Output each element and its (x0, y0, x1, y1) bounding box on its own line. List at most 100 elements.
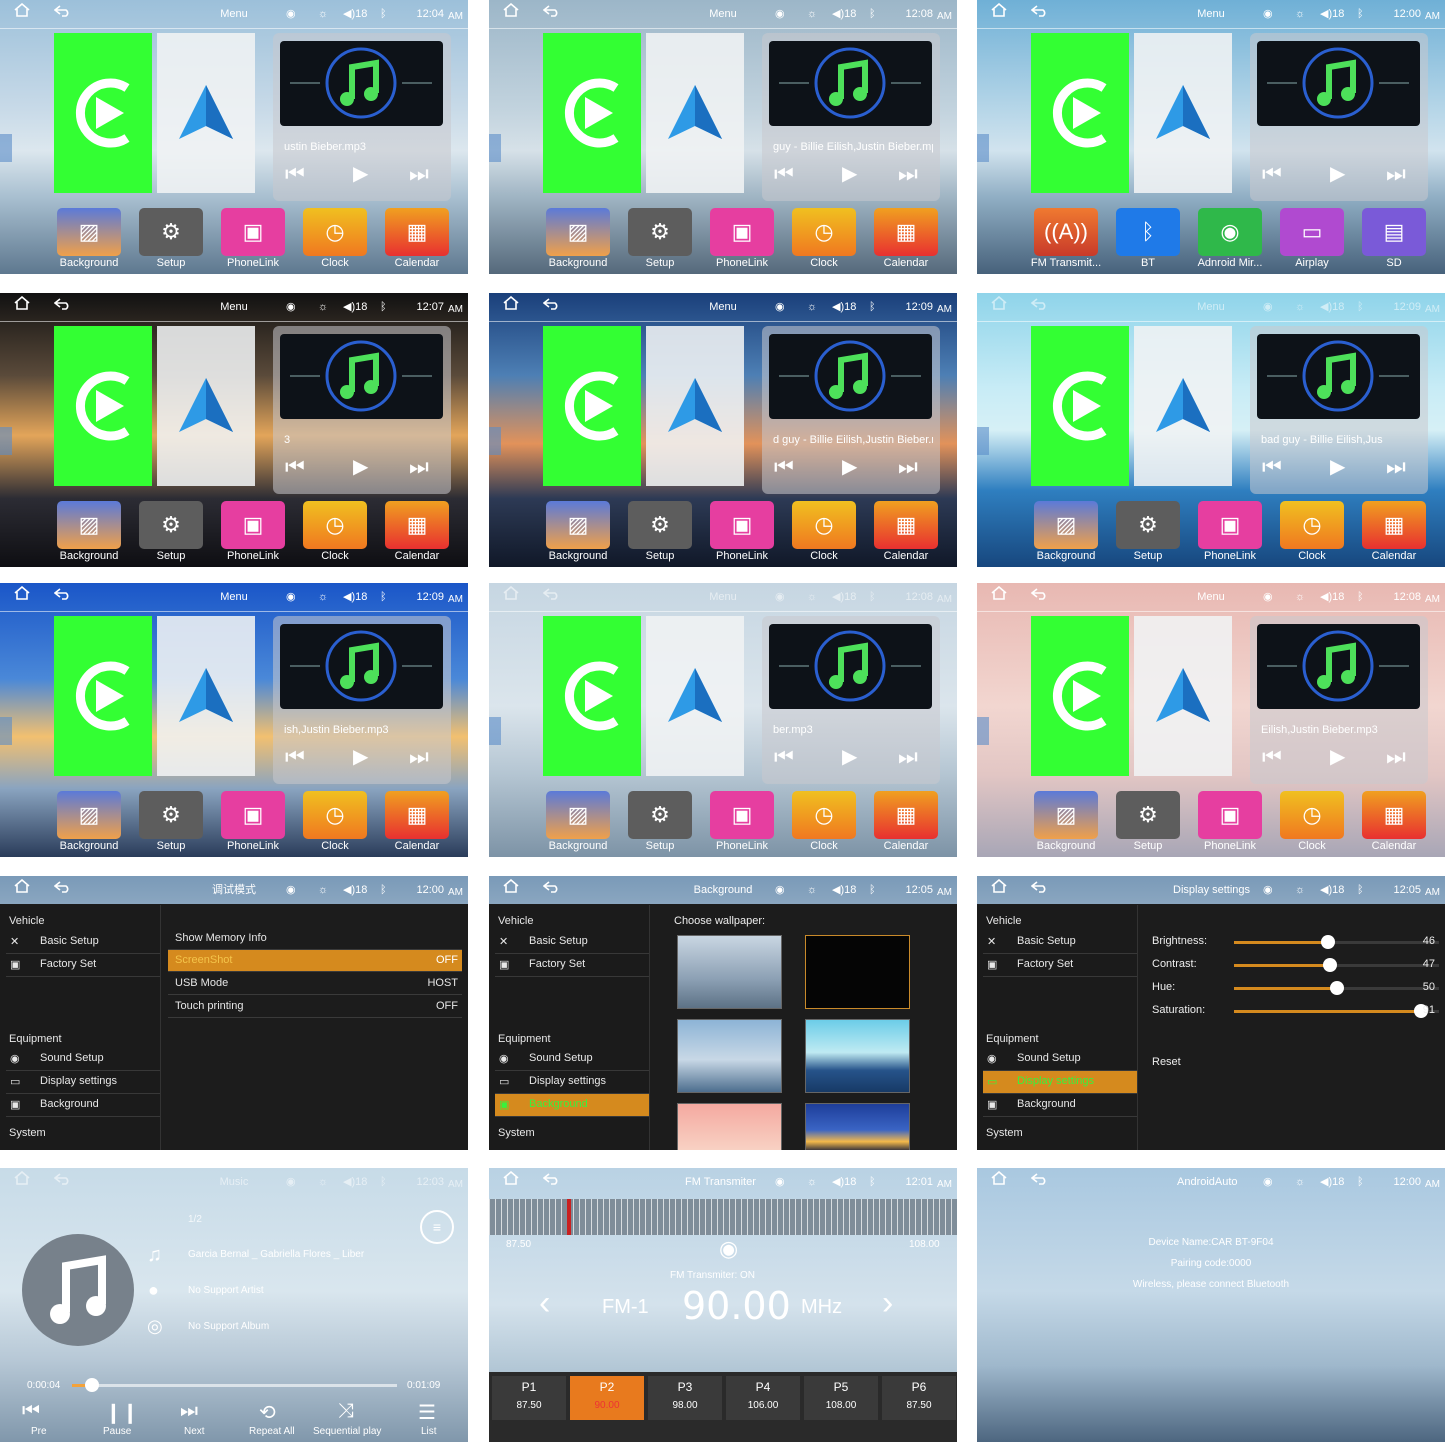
previous-icon[interactable]: ⏮ (774, 744, 794, 774)
volume-icon[interactable]: ◀)18 (832, 876, 866, 904)
android-auto-tile[interactable] (1134, 616, 1232, 776)
app-tile[interactable]: ▦ (1362, 501, 1426, 549)
volume-icon[interactable]: ◀)18 (832, 293, 866, 321)
volume-icon[interactable]: ◀)18 (343, 1168, 377, 1196)
app-tile[interactable]: ᛒ (1116, 208, 1180, 256)
android-auto-tile[interactable] (157, 33, 255, 193)
bluetooth-icon[interactable]: ᛒ (1357, 0, 1369, 28)
wallpaper-thumb[interactable] (677, 935, 782, 1009)
wallpaper-thumb[interactable] (677, 1019, 782, 1093)
volume-icon[interactable]: ◀)18 (343, 0, 377, 28)
chevron-right-icon[interactable]: › (882, 1284, 893, 1323)
broadcast-icon[interactable]: ◉ (286, 876, 308, 904)
play-icon[interactable]: ▶ (1330, 744, 1345, 774)
app-tile[interactable]: ▦ (385, 791, 449, 839)
carplay-tile[interactable] (543, 616, 641, 776)
sun-icon[interactable]: ☼ (318, 583, 334, 611)
back-icon[interactable] (53, 1168, 76, 1196)
back-icon[interactable] (1030, 583, 1053, 611)
next-icon[interactable]: ⏭ (898, 161, 918, 191)
bluetooth-icon[interactable]: ᛒ (380, 293, 392, 321)
carplay-tile[interactable] (543, 33, 641, 193)
next-icon[interactable]: ⏭ (1386, 744, 1406, 774)
home-icon[interactable] (14, 583, 34, 611)
bluetooth-icon[interactable]: ᛒ (869, 0, 881, 28)
app-tile[interactable]: ⚙ (139, 501, 203, 549)
app-tile[interactable]: ▣ (1198, 501, 1262, 549)
bluetooth-icon[interactable]: ᛒ (869, 583, 881, 611)
sidebar-item-basic-setup[interactable]: ✕ Basic Setup (983, 931, 1137, 954)
reset-button[interactable]: Reset (1152, 1056, 1181, 1068)
broadcast-icon[interactable]: ◉ (1263, 1168, 1285, 1196)
previous-icon[interactable]: ⏮ (774, 454, 794, 484)
broadcast-icon[interactable]: ◉ (775, 0, 797, 28)
volume-icon[interactable]: ◀)18 (1320, 876, 1354, 904)
carplay-tile[interactable] (54, 33, 152, 193)
bluetooth-icon[interactable]: ᛒ (380, 0, 392, 28)
next-icon[interactable]: ⏭ (409, 454, 429, 484)
app-tile[interactable]: ▣ (221, 208, 285, 256)
bluetooth-icon[interactable]: ᛒ (380, 876, 392, 904)
app-tile[interactable]: ◷ (792, 208, 856, 256)
home-icon[interactable] (14, 1168, 34, 1196)
back-icon[interactable] (1030, 876, 1053, 904)
app-tile[interactable]: ⚙ (628, 501, 692, 549)
preset-button[interactable]: P6 87.50 (882, 1376, 956, 1420)
app-tile[interactable]: ◷ (1280, 501, 1344, 549)
app-tile[interactable]: ⚙ (1116, 791, 1180, 839)
back-icon[interactable] (1030, 293, 1053, 321)
next-icon[interactable]: ⏭ (409, 744, 429, 774)
back-icon[interactable] (542, 1168, 565, 1196)
preset-button[interactable]: P5 108.00 (804, 1376, 878, 1420)
slider-track[interactable] (1234, 981, 1439, 995)
home-icon[interactable] (14, 876, 34, 904)
previous-icon[interactable]: ⏮ (285, 744, 305, 774)
side-drawer-handle[interactable] (977, 427, 989, 455)
carplay-tile[interactable] (54, 616, 152, 776)
app-tile[interactable]: ▣ (710, 501, 774, 549)
preset-button[interactable]: P1 87.50 (492, 1376, 566, 1420)
back-icon[interactable] (53, 293, 76, 321)
setting-row-touch-printing[interactable]: Touch printing OFF (168, 996, 462, 1018)
android-auto-tile[interactable] (157, 616, 255, 776)
app-tile[interactable]: ▨ (57, 208, 121, 256)
home-icon[interactable] (991, 0, 1011, 28)
wallpaper-thumb[interactable] (805, 1019, 910, 1093)
sun-icon[interactable]: ☼ (318, 0, 334, 28)
sun-icon[interactable]: ☼ (1295, 876, 1311, 904)
app-tile[interactable]: ◉ (1198, 208, 1262, 256)
app-tile[interactable]: ▣ (710, 208, 774, 256)
bluetooth-icon[interactable]: ᛒ (1357, 1168, 1369, 1196)
previous-icon[interactable]: ⏮ (285, 161, 305, 191)
back-icon[interactable] (542, 583, 565, 611)
back-icon[interactable] (53, 0, 76, 28)
android-auto-tile[interactable] (157, 326, 255, 486)
app-tile[interactable]: ▦ (385, 208, 449, 256)
app-tile[interactable]: ◷ (792, 501, 856, 549)
play-icon[interactable]: ▶ (1330, 454, 1345, 484)
sun-icon[interactable]: ☼ (318, 293, 334, 321)
app-tile[interactable]: ▨ (546, 208, 610, 256)
bluetooth-icon[interactable]: ᛒ (380, 583, 392, 611)
home-icon[interactable] (14, 0, 34, 28)
side-drawer-handle[interactable] (0, 427, 12, 455)
android-auto-tile[interactable] (646, 326, 744, 486)
app-tile[interactable]: ((A)) (1034, 208, 1098, 256)
app-tile[interactable]: ◷ (792, 791, 856, 839)
progress-track[interactable] (72, 1378, 397, 1392)
preset-button[interactable]: P2 90.00 (570, 1376, 644, 1420)
sun-icon[interactable]: ☼ (1295, 293, 1311, 321)
equalizer-icon[interactable]: ≡ (420, 1210, 454, 1244)
pause-icon[interactable]: ❙❙ (105, 1400, 139, 1425)
side-drawer-handle[interactable] (0, 717, 12, 745)
side-drawer-handle[interactable] (977, 717, 989, 745)
wallpaper-thumb[interactable] (805, 1103, 910, 1150)
slider-track[interactable] (1234, 935, 1439, 949)
app-tile[interactable]: ▣ (221, 501, 285, 549)
broadcast-icon[interactable]: ◉ (1263, 876, 1285, 904)
sidebar-item-factory-set[interactable]: ▣ Factory Set (983, 954, 1137, 977)
home-icon[interactable] (503, 0, 523, 28)
carplay-tile[interactable] (1031, 326, 1129, 486)
android-auto-tile[interactable] (1134, 33, 1232, 193)
back-icon[interactable] (542, 0, 565, 28)
